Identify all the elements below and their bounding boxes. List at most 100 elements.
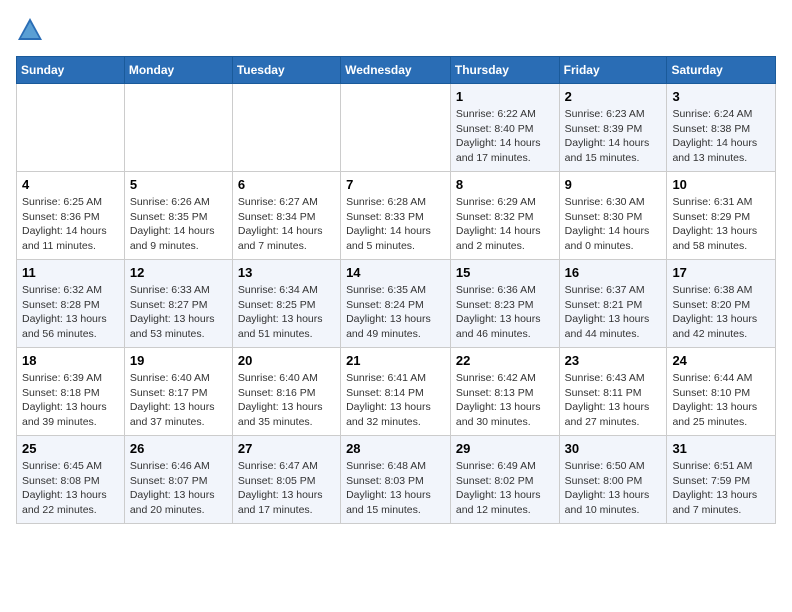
day-info: Sunrise: 6:45 AM Sunset: 8:08 PM Dayligh… xyxy=(22,459,119,518)
week-row-1: 1 Sunrise: 6:22 AM Sunset: 8:40 PM Daylig… xyxy=(17,84,776,172)
header-saturday: Saturday xyxy=(667,57,776,84)
week-row-4: 18 Sunrise: 6:39 AM Sunset: 8:18 PM Dayli… xyxy=(17,348,776,436)
day-number: 27 xyxy=(238,441,335,456)
day-info: Sunrise: 6:22 AM Sunset: 8:40 PM Dayligh… xyxy=(456,107,554,166)
header-wednesday: Wednesday xyxy=(341,57,451,84)
day-cell: 25Sunrise: 6:45 AM Sunset: 8:08 PM Dayli… xyxy=(17,436,125,524)
header-monday: Monday xyxy=(124,57,232,84)
day-info: Sunrise: 6:49 AM Sunset: 8:02 PM Dayligh… xyxy=(456,459,554,518)
day-cell: 3Sunrise: 6:24 AM Sunset: 8:38 PM Daylig… xyxy=(667,84,776,172)
day-info: Sunrise: 6:42 AM Sunset: 8:13 PM Dayligh… xyxy=(456,371,554,430)
day-info: Sunrise: 6:38 AM Sunset: 8:20 PM Dayligh… xyxy=(672,283,770,342)
day-cell: 1 Sunrise: 6:22 AM Sunset: 8:40 PM Daylig… xyxy=(450,84,559,172)
header-sunday: Sunday xyxy=(17,57,125,84)
day-number: 30 xyxy=(565,441,662,456)
day-cell: 16 Sunrise: 6:37 AM Sunset: 8:21 PM Dayli… xyxy=(559,260,667,348)
day-cell: 8 Sunrise: 6:29 AM Sunset: 8:32 PM Daylig… xyxy=(450,172,559,260)
week-row-2: 4 Sunrise: 6:25 AM Sunset: 8:36 PM Daylig… xyxy=(17,172,776,260)
header-tuesday: Tuesday xyxy=(232,57,340,84)
day-cell: 19 Sunrise: 6:40 AM Sunset: 8:17 PM Dayli… xyxy=(124,348,232,436)
day-info: Sunrise: 6:50 AM Sunset: 8:00 PM Dayligh… xyxy=(565,459,662,518)
header-thursday: Thursday xyxy=(450,57,559,84)
day-number: 31 xyxy=(672,441,770,456)
day-cell: 18 Sunrise: 6:39 AM Sunset: 8:18 PM Dayli… xyxy=(17,348,125,436)
day-cell: 13Sunrise: 6:34 AM Sunset: 8:25 PM Dayli… xyxy=(232,260,340,348)
day-cell: 5Sunrise: 6:26 AM Sunset: 8:35 PM Daylig… xyxy=(124,172,232,260)
day-info: Sunrise: 6:43 AM Sunset: 8:11 PM Dayligh… xyxy=(565,371,662,430)
day-info: Sunrise: 6:31 AM Sunset: 8:29 PM Dayligh… xyxy=(672,195,770,254)
week-row-3: 11Sunrise: 6:32 AM Sunset: 8:28 PM Dayli… xyxy=(17,260,776,348)
day-cell: 6 Sunrise: 6:27 AM Sunset: 8:34 PM Daylig… xyxy=(232,172,340,260)
day-info: Sunrise: 6:25 AM Sunset: 8:36 PM Dayligh… xyxy=(22,195,119,254)
day-info: Sunrise: 6:40 AM Sunset: 8:17 PM Dayligh… xyxy=(130,371,227,430)
day-cell: 4 Sunrise: 6:25 AM Sunset: 8:36 PM Daylig… xyxy=(17,172,125,260)
day-cell: 11Sunrise: 6:32 AM Sunset: 8:28 PM Dayli… xyxy=(17,260,125,348)
day-cell: 27 Sunrise: 6:47 AM Sunset: 8:05 PM Dayli… xyxy=(232,436,340,524)
day-number: 20 xyxy=(238,353,335,368)
day-cell: 14Sunrise: 6:35 AM Sunset: 8:24 PM Dayli… xyxy=(341,260,451,348)
day-number: 28 xyxy=(346,441,445,456)
day-info: Sunrise: 6:46 AM Sunset: 8:07 PM Dayligh… xyxy=(130,459,227,518)
day-info: Sunrise: 6:29 AM Sunset: 8:32 PM Dayligh… xyxy=(456,195,554,254)
day-number: 3 xyxy=(672,89,770,104)
day-cell xyxy=(232,84,340,172)
day-cell: 2 Sunrise: 6:23 AM Sunset: 8:39 PM Daylig… xyxy=(559,84,667,172)
day-info: Sunrise: 6:39 AM Sunset: 8:18 PM Dayligh… xyxy=(22,371,119,430)
day-cell: 10 Sunrise: 6:31 AM Sunset: 8:29 PM Dayli… xyxy=(667,172,776,260)
day-number: 15 xyxy=(456,265,554,280)
day-cell: 12Sunrise: 6:33 AM Sunset: 8:27 PM Dayli… xyxy=(124,260,232,348)
day-number: 2 xyxy=(565,89,662,104)
day-number: 6 xyxy=(238,177,335,192)
day-number: 29 xyxy=(456,441,554,456)
day-number: 19 xyxy=(130,353,227,368)
day-number: 11 xyxy=(22,265,119,280)
day-cell xyxy=(17,84,125,172)
day-cell: 24 Sunrise: 6:44 AM Sunset: 8:10 PM Dayli… xyxy=(667,348,776,436)
day-info: Sunrise: 6:44 AM Sunset: 8:10 PM Dayligh… xyxy=(672,371,770,430)
day-number: 4 xyxy=(22,177,119,192)
day-number: 13 xyxy=(238,265,335,280)
day-info: Sunrise: 6:27 AM Sunset: 8:34 PM Dayligh… xyxy=(238,195,335,254)
day-cell: 15 Sunrise: 6:36 AM Sunset: 8:23 PM Dayli… xyxy=(450,260,559,348)
day-cell: 31 Sunrise: 6:51 AM Sunset: 7:59 PM Dayli… xyxy=(667,436,776,524)
day-cell: 7 Sunrise: 6:28 AM Sunset: 8:33 PM Daylig… xyxy=(341,172,451,260)
day-cell: 28Sunrise: 6:48 AM Sunset: 8:03 PM Dayli… xyxy=(341,436,451,524)
day-info: Sunrise: 6:37 AM Sunset: 8:21 PM Dayligh… xyxy=(565,283,662,342)
day-cell: 20 Sunrise: 6:40 AM Sunset: 8:16 PM Dayli… xyxy=(232,348,340,436)
day-number: 1 xyxy=(456,89,554,104)
day-number: 18 xyxy=(22,353,119,368)
day-info: Sunrise: 6:40 AM Sunset: 8:16 PM Dayligh… xyxy=(238,371,335,430)
logo-icon xyxy=(16,16,44,44)
day-info: Sunrise: 6:30 AM Sunset: 8:30 PM Dayligh… xyxy=(565,195,662,254)
day-info: Sunrise: 6:36 AM Sunset: 8:23 PM Dayligh… xyxy=(456,283,554,342)
day-info: Sunrise: 6:28 AM Sunset: 8:33 PM Dayligh… xyxy=(346,195,445,254)
calendar-table: SundayMondayTuesdayWednesdayThursdayFrid… xyxy=(16,56,776,524)
day-number: 23 xyxy=(565,353,662,368)
day-number: 26 xyxy=(130,441,227,456)
day-cell: 22 Sunrise: 6:42 AM Sunset: 8:13 PM Dayli… xyxy=(450,348,559,436)
day-number: 22 xyxy=(456,353,554,368)
day-number: 24 xyxy=(672,353,770,368)
day-cell: 9 Sunrise: 6:30 AM Sunset: 8:30 PM Daylig… xyxy=(559,172,667,260)
day-number: 21 xyxy=(346,353,445,368)
day-number: 10 xyxy=(672,177,770,192)
day-cell xyxy=(341,84,451,172)
day-info: Sunrise: 6:41 AM Sunset: 8:14 PM Dayligh… xyxy=(346,371,445,430)
day-cell: 21 Sunrise: 6:41 AM Sunset: 8:14 PM Dayli… xyxy=(341,348,451,436)
day-number: 7 xyxy=(346,177,445,192)
day-info: Sunrise: 6:33 AM Sunset: 8:27 PM Dayligh… xyxy=(130,283,227,342)
day-cell: 26 Sunrise: 6:46 AM Sunset: 8:07 PM Dayli… xyxy=(124,436,232,524)
day-info: Sunrise: 6:51 AM Sunset: 7:59 PM Dayligh… xyxy=(672,459,770,518)
day-number: 9 xyxy=(565,177,662,192)
day-cell xyxy=(124,84,232,172)
day-number: 17 xyxy=(672,265,770,280)
day-info: Sunrise: 6:23 AM Sunset: 8:39 PM Dayligh… xyxy=(565,107,662,166)
header xyxy=(16,16,776,44)
day-number: 8 xyxy=(456,177,554,192)
day-cell: 30 Sunrise: 6:50 AM Sunset: 8:00 PM Dayli… xyxy=(559,436,667,524)
day-cell: 23 Sunrise: 6:43 AM Sunset: 8:11 PM Dayli… xyxy=(559,348,667,436)
day-number: 16 xyxy=(565,265,662,280)
day-info: Sunrise: 6:47 AM Sunset: 8:05 PM Dayligh… xyxy=(238,459,335,518)
days-header-row: SundayMondayTuesdayWednesdayThursdayFrid… xyxy=(17,57,776,84)
header-friday: Friday xyxy=(559,57,667,84)
